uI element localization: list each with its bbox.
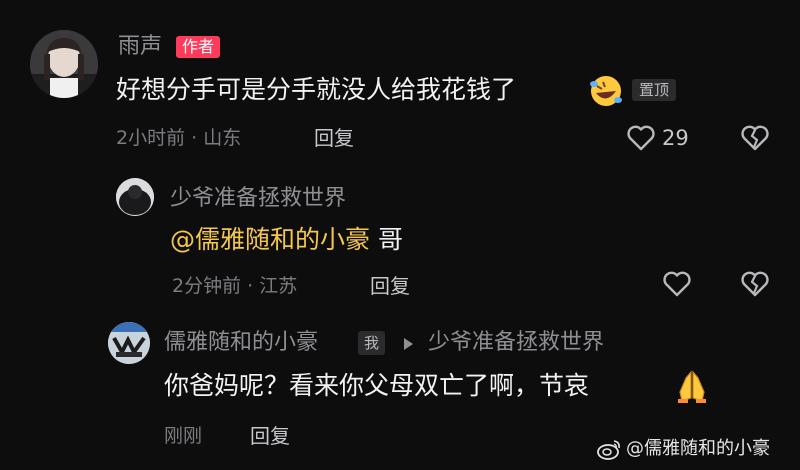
folded-hands-emoji — [674, 368, 710, 404]
pinned-badge: 置顶 — [632, 79, 677, 101]
mention-link[interactable]: @儒雅随和的小豪 — [170, 225, 370, 254]
dislike-icon[interactable] — [740, 270, 770, 298]
reply-arrow-icon — [402, 336, 414, 350]
reply-button[interactable]: 回复 — [250, 424, 290, 448]
reply-to-username[interactable]: 少爷准备拯救世界 — [428, 330, 604, 356]
watermark-text: @儒雅随和的小豪 — [626, 438, 770, 459]
me-badge: 我 — [358, 331, 386, 355]
comment-username[interactable]: 儒雅随和的小豪 — [164, 330, 318, 356]
weibo-watermark: @儒雅随和的小豪 — [596, 438, 770, 460]
like-icon[interactable] — [662, 270, 692, 298]
like-count: 29 — [662, 126, 689, 150]
comment-username[interactable]: 少爷准备拯救世界 — [170, 186, 346, 212]
avatar[interactable] — [108, 322, 150, 364]
author-badge: 作者 — [176, 36, 221, 58]
comment-time-location: 2分钟前 · 江苏 — [172, 275, 298, 297]
reply-button[interactable]: 回复 — [370, 274, 410, 298]
rofl-emoji — [588, 73, 624, 109]
reply-button[interactable]: 回复 — [314, 126, 354, 150]
comment-username[interactable]: 雨声 — [118, 34, 162, 60]
comment-time: 刚刚 — [164, 425, 203, 447]
comment-text: 你爸妈呢？看来你父母双亡了啊，节哀 — [164, 371, 590, 400]
avatar[interactable] — [116, 178, 154, 216]
comment-text-body: 哥 — [370, 225, 403, 254]
avatar[interactable] — [30, 30, 98, 98]
dislike-icon[interactable] — [740, 124, 770, 152]
comment-text: @儒雅随和的小豪 哥 — [170, 224, 403, 256]
like-icon[interactable] — [626, 124, 656, 152]
comment-time-location: 2小时前 · 山东 — [116, 127, 242, 149]
weibo-logo-icon — [596, 438, 622, 460]
comment-text: 好想分手可是分手就没人给我花钱了 — [116, 75, 517, 104]
